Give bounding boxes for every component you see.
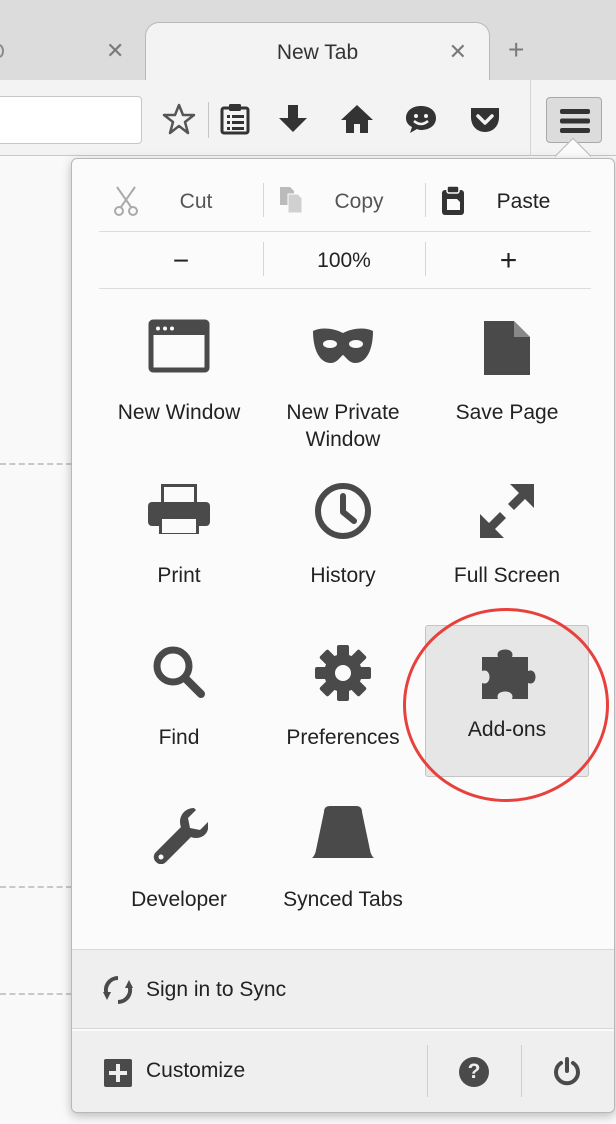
full-screen-button[interactable]: Full Screen xyxy=(425,482,589,642)
private-mask-icon xyxy=(313,328,373,363)
clock-icon xyxy=(315,483,371,539)
print-label: Print xyxy=(157,564,201,587)
toolbar-divider xyxy=(530,80,531,156)
copy-icon xyxy=(280,187,303,214)
copy-button[interactable]: Copy xyxy=(264,173,424,231)
quit-button[interactable] xyxy=(522,1031,614,1112)
full-screen-label: Full Screen xyxy=(453,564,561,587)
print-button[interactable]: Print xyxy=(97,482,261,642)
history-label: History xyxy=(310,564,376,587)
add-ons-button[interactable]: Add-ons xyxy=(425,625,589,777)
page-dashed-line xyxy=(0,463,72,465)
close-tab-icon[interactable]: ✕ xyxy=(106,40,124,62)
add-ons-label: Add-ons xyxy=(467,718,547,741)
magnifier-icon xyxy=(153,646,205,698)
bookmark-star-icon[interactable] xyxy=(162,102,196,136)
paste-label: Paste xyxy=(496,190,551,213)
customize-label: Customize xyxy=(146,1059,246,1082)
new-window-button[interactable]: New Window xyxy=(97,319,261,479)
tab-title: New Tab xyxy=(276,41,359,64)
main-menu-panel: Cut Copy Paste − 100% + New Window New P… xyxy=(71,158,615,1113)
customize-button[interactable]: Customize xyxy=(72,1031,426,1112)
window-icon xyxy=(148,319,210,373)
preferences-button[interactable]: Preferences xyxy=(261,644,425,804)
cut-button[interactable]: Cut xyxy=(99,173,263,231)
power-icon xyxy=(554,1057,580,1086)
developer-button[interactable]: Developer xyxy=(97,806,261,966)
fullscreen-arrows-icon xyxy=(480,484,534,538)
zoom-reset-button[interactable]: 100% xyxy=(264,232,424,290)
synced-tabs-icon xyxy=(312,806,374,858)
find-button[interactable]: Find xyxy=(97,644,261,804)
download-icon[interactable] xyxy=(276,102,310,136)
wrench-icon xyxy=(153,808,208,864)
new-private-window-label: New Private Window xyxy=(286,401,400,451)
cut-label: Cut xyxy=(179,190,213,213)
tab-new-tab[interactable]: New Tab ✕ xyxy=(145,22,490,82)
hamburger-menu-icon xyxy=(560,109,590,133)
home-icon[interactable] xyxy=(340,102,374,136)
edit-controls: Cut Copy Paste xyxy=(99,173,591,231)
hamburger-menu-button[interactable] xyxy=(546,97,602,143)
zoom-in-button[interactable]: + xyxy=(426,232,591,290)
preferences-label: Preferences xyxy=(286,726,400,749)
history-button[interactable]: History xyxy=(261,482,425,642)
sign-in-sync-button[interactable]: Sign in to Sync xyxy=(72,949,614,1029)
new-private-window-button[interactable]: New Private Window xyxy=(261,319,425,479)
save-page-button[interactable]: Save Page xyxy=(425,319,589,479)
puzzle-icon xyxy=(482,649,536,699)
clipboard-icon xyxy=(442,185,464,215)
tab-strip: ✕ New Tab ✕ + xyxy=(0,0,616,82)
sync-icon xyxy=(103,975,133,1005)
help-icon: ? xyxy=(459,1057,489,1087)
reading-list-icon[interactable] xyxy=(218,102,252,136)
sign-in-sync-label: Sign in to Sync xyxy=(146,978,287,1001)
synced-tabs-button[interactable]: Synced Tabs xyxy=(261,806,425,966)
page-dashed-line xyxy=(0,886,72,888)
page-icon xyxy=(484,321,530,375)
nav-bar xyxy=(0,80,616,156)
toolbar-separator xyxy=(208,102,209,138)
developer-label: Developer xyxy=(131,888,227,911)
paste-button[interactable]: Paste xyxy=(426,173,591,231)
find-label: Find xyxy=(158,726,200,749)
help-button[interactable]: ? xyxy=(428,1031,520,1112)
synced-tabs-label: Synced Tabs xyxy=(283,888,403,911)
new-tab-button[interactable]: + xyxy=(508,36,524,64)
printer-icon xyxy=(148,484,210,534)
zoom-out-button[interactable]: − xyxy=(99,232,263,290)
new-window-label: New Window xyxy=(117,401,241,424)
tab-previous[interactable]: ✕ xyxy=(0,22,150,80)
save-page-label: Save Page xyxy=(455,401,559,424)
copy-label: Copy xyxy=(334,190,384,213)
menu-footer: Customize ? xyxy=(72,1031,614,1112)
pocket-icon[interactable] xyxy=(468,102,502,136)
zoom-controls: − 100% + xyxy=(99,231,591,289)
close-tab-icon[interactable]: ✕ xyxy=(449,41,467,63)
url-bar[interactable] xyxy=(0,96,142,144)
hello-chat-icon[interactable] xyxy=(404,102,438,136)
gear-icon xyxy=(315,645,371,701)
page-dashed-line xyxy=(0,993,72,995)
scissors-icon xyxy=(114,186,138,216)
customize-plus-icon xyxy=(104,1059,132,1087)
